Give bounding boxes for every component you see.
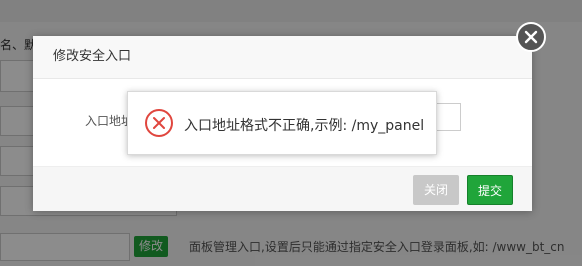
close-icon bbox=[524, 30, 538, 44]
dialog-header: 修改安全入口 bbox=[33, 36, 532, 79]
error-message: 入口地址格式不正确,示例: /my_panel bbox=[184, 118, 425, 134]
dialog-title: 修改安全入口 bbox=[53, 49, 132, 64]
dialog-footer: 关闭 提交 bbox=[33, 166, 532, 211]
entry-address-label: 入口地址 bbox=[85, 114, 134, 128]
error-toast: 入口地址格式不正确,示例: /my_panel bbox=[127, 91, 437, 155]
dialog-close-icon[interactable] bbox=[516, 22, 546, 52]
close-button[interactable]: 关闭 bbox=[413, 175, 459, 205]
error-x-icon bbox=[145, 109, 173, 137]
submit-button[interactable]: 提交 bbox=[467, 175, 513, 205]
